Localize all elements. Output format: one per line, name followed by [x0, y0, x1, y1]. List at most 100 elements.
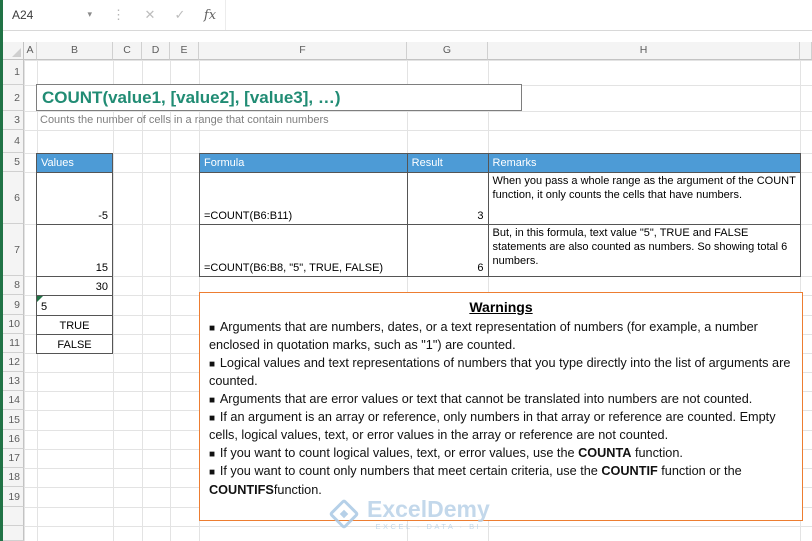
formula-table-header-remarks[interactable]: Remarks: [488, 154, 801, 173]
cancel-icon[interactable]: ✕: [135, 7, 165, 23]
result-cell[interactable]: 6: [407, 225, 489, 277]
cell-value: 5: [41, 301, 48, 313]
formula-table-row: =COUNT(B6:B11) 3 When you pass a whole ran…: [200, 173, 801, 225]
warnings-body: ■ Arguments that are numbers, dates, or …: [209, 319, 793, 499]
gridline: [24, 60, 812, 61]
function-title: COUNT(value1, [value2], [value3], …): [42, 87, 341, 107]
enter-icon[interactable]: ✓: [165, 7, 195, 23]
row-header-7[interactable]: 7: [3, 224, 24, 276]
row-header[interactable]: [3, 526, 24, 541]
column-header-D[interactable]: D: [142, 42, 170, 60]
column-header-E[interactable]: E: [170, 42, 199, 60]
row-header-10[interactable]: 10: [3, 315, 24, 334]
formula-table-body: =COUNT(B6:B11) 3 When you pass a whole ran…: [200, 173, 801, 277]
name-box-dropdown-icon[interactable]: ▾: [87, 9, 92, 20]
exceldemy-watermark: ExcelDemy EXCEL · DATA · BI: [330, 497, 490, 531]
column-header-H[interactable]: H: [488, 42, 800, 60]
values-cell[interactable]: FALSE: [37, 335, 113, 354]
gridline: [24, 130, 812, 131]
warnings-box[interactable]: Warnings ■ Arguments that are numbers, d…: [199, 292, 803, 521]
name-box[interactable]: A24 ▾: [0, 0, 100, 30]
watermark-name: ExcelDemy: [367, 496, 490, 522]
warning-item: ■ Logical values and text representation…: [209, 355, 791, 389]
row-header-19[interactable]: 19: [3, 487, 24, 507]
window-edge: [0, 0, 3, 541]
formula-table: Formula Result Remarks =COUNT(B6:B11) 3 When…: [199, 153, 801, 277]
values-table-body: -5 15 30 5 TRUE FALSE: [37, 173, 113, 354]
warning-item: ■ If you want to count logical values, t…: [209, 445, 683, 460]
values-table: Values -5 15 30 5 TRUE FALSE: [36, 153, 113, 354]
select-all-button[interactable]: [3, 42, 24, 60]
remarks-cell[interactable]: But, in this formula, text value "5", TR…: [488, 225, 801, 277]
formula-table-header-row: Formula Result Remarks: [200, 154, 801, 173]
row-header-6[interactable]: 6: [3, 172, 24, 224]
formula-cell[interactable]: =COUNT(B6:B8, "5", TRUE, FALSE): [200, 225, 408, 277]
column-header-A[interactable]: A: [24, 42, 37, 60]
formula-input[interactable]: [225, 0, 812, 30]
values-cell[interactable]: 15: [37, 225, 113, 277]
column-header-F[interactable]: F: [199, 42, 407, 60]
function-title-cell[interactable]: COUNT(value1, [value2], [value3], …): [36, 84, 522, 111]
remarks-cell[interactable]: When you pass a whole range as the argum…: [488, 173, 801, 225]
watermark-text: ExcelDemy EXCEL · DATA · BI: [367, 497, 490, 531]
values-cell[interactable]: TRUE: [37, 316, 113, 335]
formula-bar: A24 ▾ ⋮ ✕ ✓ fx: [0, 0, 812, 31]
row-header-15[interactable]: 15: [3, 410, 24, 430]
gridline: [24, 111, 812, 112]
formula-text: =COUNT(B6:B8, "5", TRUE, FALSE): [204, 262, 384, 274]
values-cell[interactable]: -5: [37, 173, 113, 225]
column-header-C[interactable]: C: [113, 42, 142, 60]
cell-value: 30: [95, 281, 108, 293]
cell-value: FALSE: [57, 339, 92, 351]
formula-table-row: =COUNT(B6:B8, "5", TRUE, FALSE) 6 But, in …: [200, 225, 801, 277]
column-header[interactable]: [800, 42, 812, 60]
row-header-14[interactable]: 14: [3, 391, 24, 410]
warnings-title: Warnings: [469, 299, 533, 315]
row-header-12[interactable]: 12: [3, 353, 24, 372]
values-cell[interactable]: 30: [37, 277, 113, 296]
bullet-square-icon: ■: [209, 323, 218, 334]
row-header-1[interactable]: 1: [3, 60, 24, 85]
warning-item: ■ Arguments that are error values or tex…: [209, 391, 753, 406]
bullet-square-icon: ■: [209, 448, 218, 460]
formula-table-header-result[interactable]: Result: [407, 154, 489, 173]
row-header-18[interactable]: 18: [3, 468, 24, 487]
formula-table-header-formula[interactable]: Formula: [200, 154, 408, 173]
row-header-11[interactable]: 11: [3, 334, 24, 353]
values-header-cell[interactable]: Values: [37, 154, 113, 173]
row-header-8[interactable]: 8: [3, 276, 24, 295]
separator-dots-icon: ⋮: [112, 7, 125, 22]
name-box-value: A24: [12, 8, 34, 22]
watermark-tagline: EXCEL · DATA · BI: [375, 522, 482, 531]
row-header-3[interactable]: 3: [3, 111, 24, 130]
function-description[interactable]: Counts the number of cells in a range th…: [40, 114, 329, 126]
excel-window: A24 ▾ ⋮ ✕ ✓ fx ABCDEFGH 1 2 3 4 5 6 7 8 9 10 11 12 1…: [0, 0, 812, 541]
cell-value: 15: [95, 262, 108, 274]
row-header[interactable]: [3, 507, 24, 526]
row-header-5[interactable]: 5: [3, 153, 24, 172]
row-header-13[interactable]: 13: [3, 372, 24, 391]
bullet-square-icon: ■: [209, 467, 218, 479]
column-header-G[interactable]: G: [407, 42, 488, 60]
result-value: 6: [477, 262, 484, 274]
row-header-9[interactable]: 9: [3, 295, 24, 315]
row-header-4[interactable]: 4: [3, 130, 24, 153]
result-value: 3: [477, 210, 484, 222]
formula-cell[interactable]: =COUNT(B6:B11): [200, 173, 408, 225]
column-header-B[interactable]: B: [37, 42, 113, 60]
formula-text: =COUNT(B6:B11): [204, 210, 293, 222]
result-cell[interactable]: 3: [407, 173, 489, 225]
row-header-16[interactable]: 16: [3, 430, 24, 449]
row-header-17[interactable]: 17: [3, 449, 24, 468]
error-indicator-icon: [37, 296, 43, 302]
bullet-square-icon: ■: [209, 413, 218, 425]
warning-item: ■ If an argument is an array or referenc…: [209, 410, 776, 443]
insert-function-icon[interactable]: fx: [195, 8, 225, 23]
bullet-square-icon: ■: [209, 358, 218, 370]
cell-value: TRUE: [59, 320, 90, 332]
warning-item: ■ Arguments that are numbers, dates, or …: [209, 320, 758, 353]
row-header-2[interactable]: 2: [3, 85, 24, 111]
values-cell[interactable]: 5: [37, 296, 113, 316]
bullet-square-icon: ■: [209, 394, 218, 406]
cell-value: -5: [98, 210, 108, 222]
